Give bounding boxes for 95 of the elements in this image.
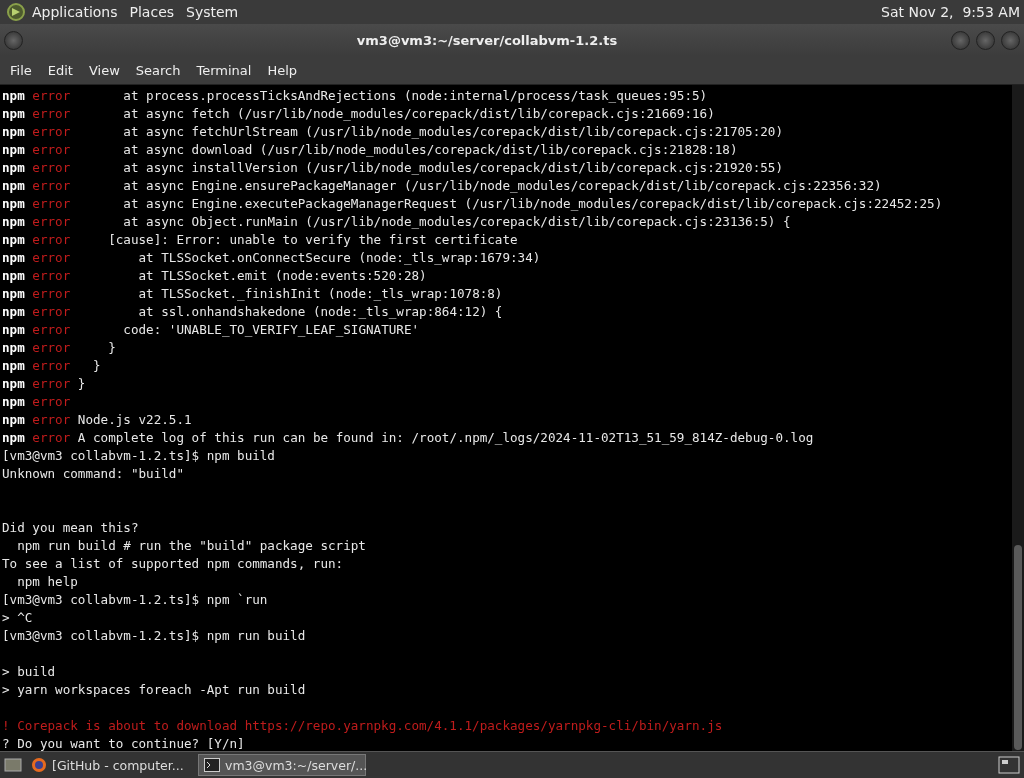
distro-logo-icon[interactable] <box>6 2 26 22</box>
desktop-icon[interactable] <box>4 757 22 773</box>
terminal-text: } <box>107 340 116 355</box>
npm-prefix: npm <box>2 214 25 229</box>
terminal-text: at ssl.onhandshakedone (node:_tls_wrap:864:12) { <box>137 304 503 319</box>
menu-item[interactable]: Help <box>259 58 306 82</box>
taskbar-item[interactable]: [GitHub - computer... <box>26 754 194 776</box>
terminal-text: [vm3@vm3 collabvm-1.2.ts]$ npm build <box>2 448 275 463</box>
error-tag: error <box>32 250 71 265</box>
terminal-text: > ^C <box>2 610 33 625</box>
terminal-text: } <box>77 376 86 391</box>
npm-prefix: npm <box>2 88 25 103</box>
npm-prefix: npm <box>2 232 25 247</box>
npm-prefix: npm <box>2 340 25 355</box>
npm-prefix: npm <box>2 196 25 211</box>
terminal-text: code: 'UNABLE_TO_VERIFY_LEAF_SIGNATURE' <box>122 322 420 337</box>
terminal-text: > yarn workspaces foreach -Apt run build <box>2 682 306 697</box>
npm-prefix: npm <box>2 106 25 121</box>
terminal-text: npm help <box>16 574 78 589</box>
panel-menu[interactable]: Applications <box>32 4 118 20</box>
error-tag: error <box>32 322 71 337</box>
npm-prefix: npm <box>2 250 25 265</box>
clock[interactable]: Sat Nov 2, 9:53 AM <box>881 4 1020 20</box>
error-tag: error <box>32 178 71 193</box>
error-tag: error <box>32 394 71 409</box>
npm-prefix: npm <box>2 124 25 139</box>
panel-menu[interactable]: System <box>186 4 239 20</box>
error-tag: error <box>32 268 71 283</box>
error-tag: error <box>32 358 71 373</box>
close-button[interactable] <box>1001 30 1020 50</box>
menu-item[interactable]: Search <box>127 58 189 82</box>
terminal-text: To see a list of supported npm commands, run: <box>2 556 344 571</box>
error-tag: error <box>32 88 71 103</box>
error-tag: error <box>32 160 71 175</box>
error-tag: error <box>32 232 71 247</box>
terminal-text: at async Engine.executePackageManagerRequest (/usr/lib/node_modules/corepack/dist/lib/corepack.cjs:22452:25) <box>122 196 943 211</box>
window-menu-button[interactable] <box>4 30 23 50</box>
terminal-text: A complete log of this run can be found in: /root/.npm/_logs/2024-11-02T13_51_59_814Z-debug-0.log <box>77 430 814 445</box>
scrollbar[interactable] <box>1012 85 1024 751</box>
browser-icon <box>31 757 47 773</box>
terminal-text: at async Engine.ensurePackageManager (/usr/lib/node_modules/corepack/dist/lib/corepack.cjs:22356:32) <box>122 178 882 193</box>
error-tag: error <box>32 196 71 211</box>
error-tag: error <box>32 142 71 157</box>
terminal-text: } <box>92 358 101 373</box>
error-tag: error <box>32 106 71 121</box>
taskbar-item[interactable]: vm3@vm3:~/server/... <box>198 754 366 776</box>
error-tag: error <box>32 124 71 139</box>
npm-prefix: npm <box>2 376 25 391</box>
terminal-text: at TLSSocket.emit (node:events:520:28) <box>137 268 427 283</box>
window-title: vm3@vm3:~/server/collabvm-1.2.ts <box>355 32 619 48</box>
terminal-text: at TLSSocket._finishInit (node:_tls_wrap:1078:8) <box>137 286 503 301</box>
error-tag: error <box>32 430 71 445</box>
terminal-text: Did you mean this? <box>2 520 139 535</box>
npm-prefix: npm <box>2 268 25 283</box>
terminal-icon[interactable] <box>998 756 1020 774</box>
error-tag: error <box>32 340 71 355</box>
npm-prefix: npm <box>2 304 25 319</box>
terminal-text: at async installVersion (/usr/lib/node_modules/corepack/dist/lib/corepack.cjs:21920:55) <box>122 160 783 175</box>
error-tag: error <box>32 376 71 391</box>
error-tag: error <box>32 214 71 229</box>
terminal-text: at async download (/usr/lib/node_modules/corepack/dist/lib/corepack.cjs:21828:18) <box>122 142 738 157</box>
minimize-button[interactable] <box>951 30 970 50</box>
warning-text: ! Corepack is about to download https://repo.yarnpkg.com/4.1.1/packages/yarnpkg-cli/bin/yarn.js <box>2 718 723 733</box>
npm-prefix: npm <box>2 430 25 445</box>
terminal-text: [vm3@vm3 collabvm-1.2.ts]$ npm `run <box>2 592 268 607</box>
npm-prefix: npm <box>2 286 25 301</box>
terminal-text: at async Object.runMain (/usr/lib/node_modules/corepack/dist/lib/corepack.cjs:23136:5) { <box>122 214 791 229</box>
terminal-text: [vm3@vm3 collabvm-1.2.ts]$ npm run build <box>2 628 306 643</box>
menu-item[interactable]: Terminal <box>188 58 260 82</box>
maximize-button[interactable] <box>976 30 995 50</box>
terminal-icon <box>204 758 220 772</box>
npm-prefix: npm <box>2 412 25 427</box>
npm-prefix: npm <box>2 358 25 373</box>
terminal-text: ? Do you want to continue? [Y/n] <box>2 736 245 751</box>
npm-prefix: npm <box>2 178 25 193</box>
menu-item[interactable]: File <box>2 58 40 82</box>
error-tag: error <box>32 412 71 427</box>
error-tag: error <box>32 286 71 301</box>
terminal-text: Unknown command: "build" <box>2 466 184 481</box>
terminal-text: at async fetch (/usr/lib/node_modules/corepack/dist/lib/corepack.cjs:21669:16) <box>122 106 715 121</box>
terminal-text: at TLSSocket.onConnectSecure (node:_tls_wrap:1679:34) <box>137 250 541 265</box>
error-tag: error <box>32 304 71 319</box>
npm-prefix: npm <box>2 160 25 175</box>
menu-item[interactable]: Edit <box>39 58 81 82</box>
npm-prefix: npm <box>2 322 25 337</box>
terminal-text: npm run build # run the "build" package script <box>16 538 366 553</box>
npm-prefix: npm <box>2 394 25 409</box>
terminal-text: Node.js v22.5.1 <box>77 412 192 427</box>
terminal-text: at process.processTicksAndRejections (node:internal/process/task_queues:95:5) <box>122 88 708 103</box>
terminal-text: > build <box>2 664 56 679</box>
npm-prefix: npm <box>2 142 25 157</box>
menu-item[interactable]: View <box>80 58 128 82</box>
terminal-text: at async fetchUrlStream (/usr/lib/node_modules/corepack/dist/lib/corepack.cjs:21705:20) <box>122 124 783 139</box>
terminal-text: [cause]: Error: unable to verify the first certificate <box>107 232 518 247</box>
panel-menu[interactable]: Places <box>129 4 175 20</box>
